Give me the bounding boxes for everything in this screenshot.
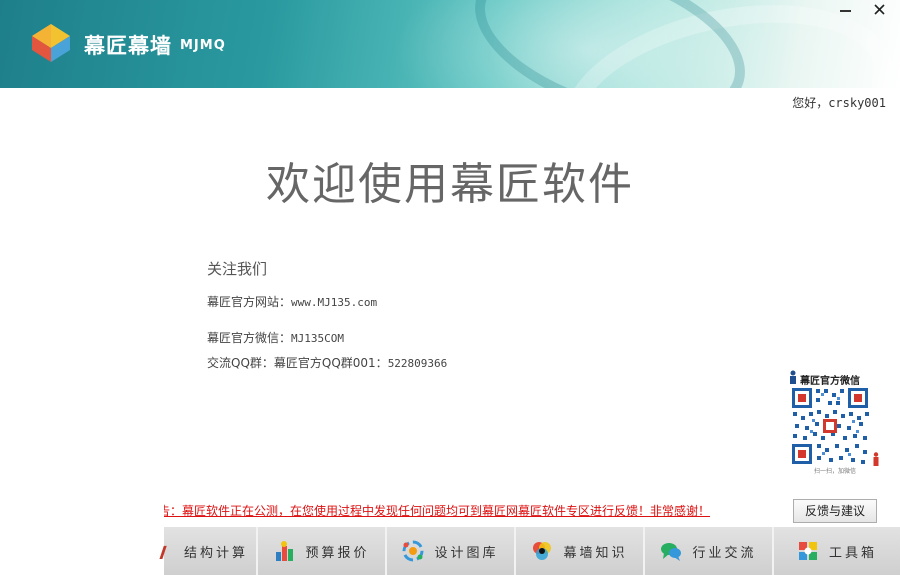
tab-industry-chat[interactable]: 行业交流 xyxy=(645,527,774,575)
user-greeting: 您好，crsky001 xyxy=(792,96,886,110)
design-library-icon xyxy=(402,540,424,562)
notice-text[interactable]: 告：幕匠软件正在公测，在您使用过程中发现任何问题均可到幕匠网幕匠软件专区进行反馈… xyxy=(164,502,710,518)
feedback-button[interactable]: 反馈与建议 xyxy=(793,499,877,523)
tab-label: 预算报价 xyxy=(305,545,370,561)
tab-label: 工具箱 xyxy=(828,545,877,561)
official-wechat-line: 幕匠官方微信：MJ135COM xyxy=(207,329,344,346)
close-icon xyxy=(874,4,885,15)
minimize-button[interactable] xyxy=(832,0,858,20)
qr-caption: 扫一扫，加微信 xyxy=(814,468,857,475)
qr-title: 幕匠官方微信 xyxy=(800,376,860,387)
title-bar: 幕匠幕墙 MJMQ xyxy=(0,0,900,88)
tab-label: 结构计算 xyxy=(183,545,248,561)
follow-us-heading: 关注我们 xyxy=(207,260,268,278)
tab-structure-calc[interactable]: 结构计算 xyxy=(159,527,258,575)
qr-code-icon xyxy=(790,386,870,466)
tab-label: 设计图库 xyxy=(434,545,499,561)
tab-toolbox[interactable]: 工具箱 xyxy=(774,527,900,575)
toolbox-icon xyxy=(798,542,817,560)
official-wechat-value: MJ135COM xyxy=(291,332,344,345)
tab-design-library[interactable]: 设计图库 xyxy=(387,527,516,575)
welcome-heading: 欢迎使用幕匠软件 xyxy=(266,159,634,210)
tab-curtain-wall-knowledge[interactable]: 幕墙知识 xyxy=(516,527,645,575)
tab-budget-quote[interactable]: 预算报价 xyxy=(258,527,387,575)
app-abbr: MJMQ xyxy=(180,38,226,53)
official-site-link[interactable]: www.MJ135.com xyxy=(291,296,377,309)
app-title: 幕匠幕墙 xyxy=(84,34,172,58)
industry-chat-icon xyxy=(661,543,682,561)
structure-calc-icon xyxy=(159,545,167,559)
person-icon xyxy=(873,452,879,466)
app-logo-icon xyxy=(32,24,70,62)
qq-group-line: 交流QQ群：幕匠官方QQ群001：522809366 xyxy=(207,354,447,371)
official-site-label: 幕匠官方网站： xyxy=(207,295,292,309)
qq-group-number: 522809366 xyxy=(387,357,448,370)
notice-marquee: 告：幕匠软件正在公测，在您使用过程中发现任何问题均可到幕匠网幕匠软件专区进行反馈… xyxy=(164,502,764,518)
curtain-wall-knowledge-icon xyxy=(533,542,552,560)
tab-label: 幕墙知识 xyxy=(563,545,628,561)
official-wechat-label: 幕匠官方微信： xyxy=(207,331,292,345)
tab-label: 行业交流 xyxy=(692,545,757,561)
official-site-line: 幕匠官方网站：www.MJ135.com xyxy=(207,293,377,310)
budget-quote-icon xyxy=(276,541,294,561)
wechat-qr-card: 幕匠官方微信 扫一扫，加微信 xyxy=(786,370,882,475)
qq-group-label: 交流QQ群：幕匠官方QQ群001： xyxy=(207,356,388,370)
bottom-tab-bar: 结构计算 预算报价 设计图库 幕墙知识 行业交流 工具箱 xyxy=(159,527,900,575)
person-icon xyxy=(790,370,796,384)
bottom-left-panel xyxy=(0,527,164,575)
close-button[interactable] xyxy=(866,0,892,20)
